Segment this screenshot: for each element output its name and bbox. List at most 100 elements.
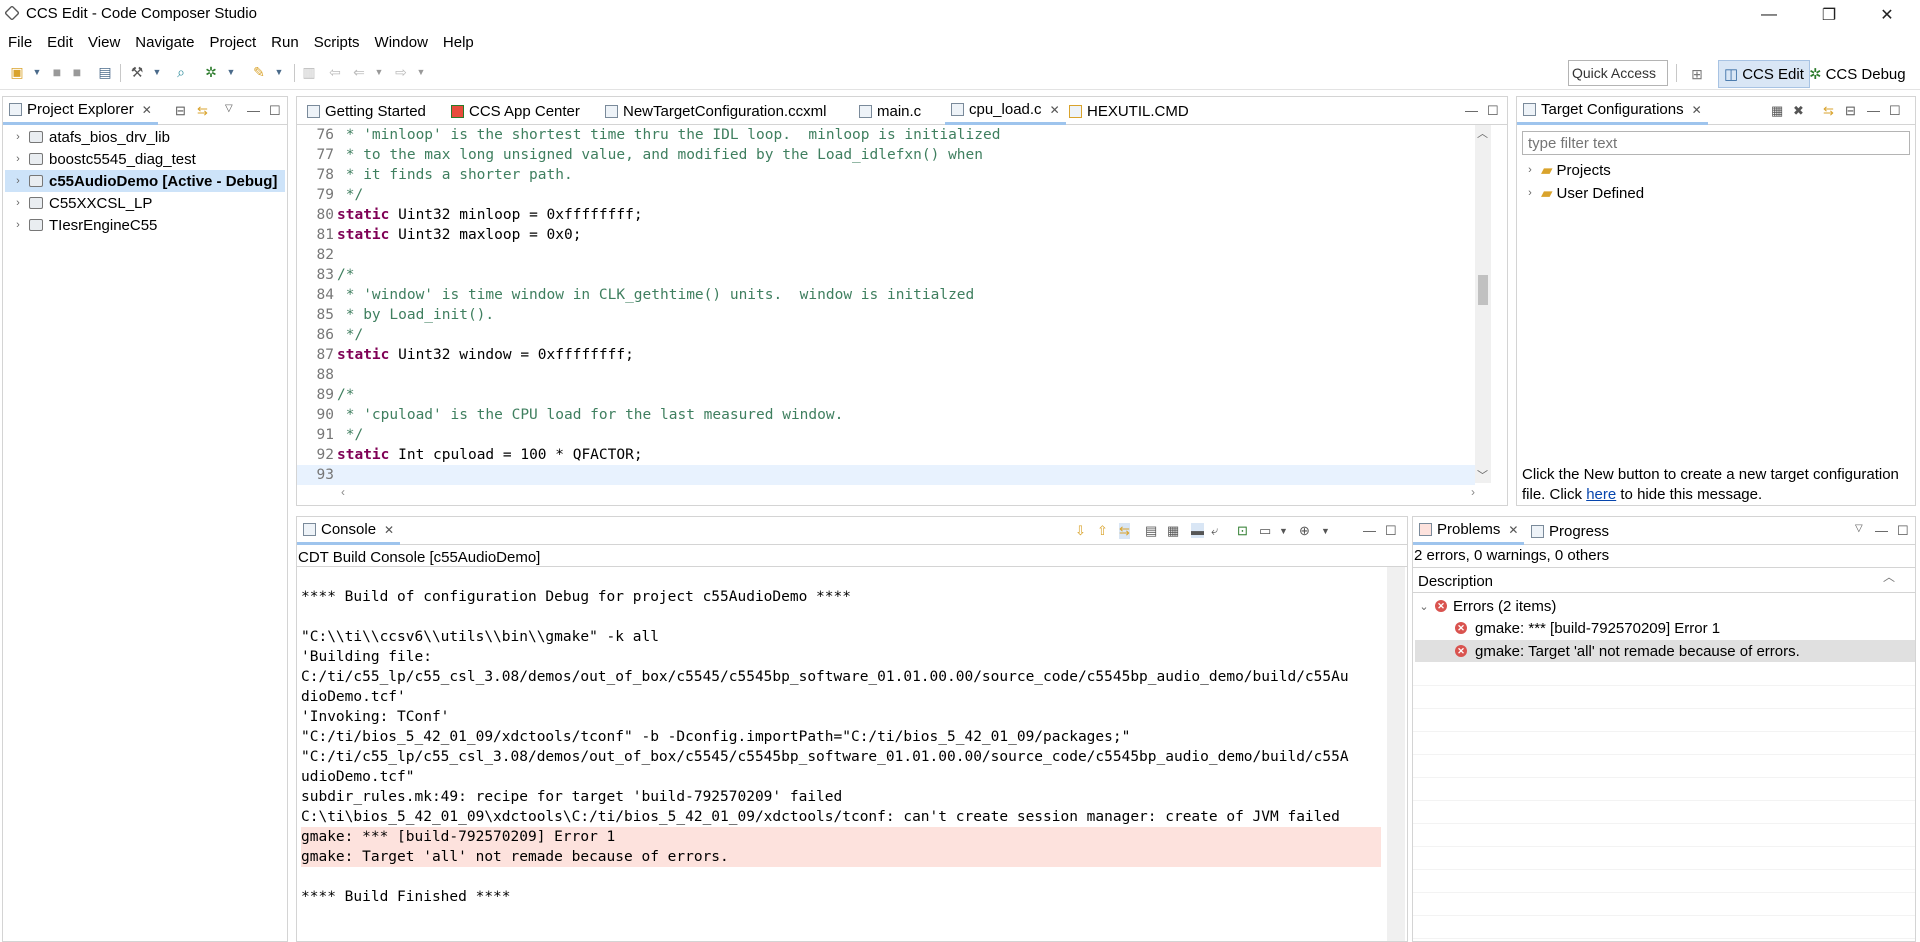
debug-icon[interactable]: ✲ (202, 64, 220, 80)
link-with-editor-icon[interactable]: ⇆ (1119, 523, 1130, 539)
tab-console[interactable]: Console ✕ (297, 517, 401, 545)
close-icon[interactable]: ✕ (1508, 523, 1518, 537)
code-line[interactable]: 79 */ (297, 185, 1475, 205)
perspective-ccs-debug[interactable]: ✲ CCS Debug (1804, 60, 1911, 88)
menu-help[interactable]: Help (437, 34, 483, 51)
previous-error-icon[interactable]: ⇧ (1097, 523, 1108, 539)
scroll-thumb[interactable] (1478, 275, 1488, 305)
view-menu-icon[interactable]: ▽ (225, 103, 233, 114)
new-console-icon[interactable]: ⊕ (1299, 523, 1310, 539)
collapse-all-icon[interactable]: ⊟ (1845, 103, 1856, 119)
console-view-icon[interactable]: ▤ (96, 64, 114, 80)
project-item-active[interactable]: › c55AudioDemo [Active - Debug] (5, 170, 285, 192)
back-dropdown-icon[interactable]: ▼ (370, 64, 388, 80)
flash-dropdown-icon[interactable]: ▼ (270, 64, 288, 80)
minimize-view-icon[interactable]: — (247, 103, 260, 118)
menu-project[interactable]: Project (203, 34, 265, 51)
tab-cpu-load-c[interactable]: cpu_load.c ✕ (945, 97, 1066, 125)
maximize-view-icon[interactable]: ☐ (1889, 103, 1901, 119)
tab-project-explorer[interactable]: Project Explorer ✕ (3, 97, 158, 125)
code-line[interactable]: 83/* (297, 265, 1475, 285)
search-icon[interactable]: ⌕ (172, 64, 190, 80)
console-vertical-scrollbar[interactable] (1387, 567, 1405, 941)
scroll-up-icon[interactable]: ︿ (1477, 125, 1488, 141)
editor-horizontal-scrollbar[interactable]: ‹ › (341, 485, 1475, 501)
code-line[interactable]: 85 * by Load_init(). (297, 305, 1475, 325)
next-error-icon[interactable]: ⇩ (1075, 523, 1086, 539)
tab-getting-started[interactable]: Getting Started (301, 97, 432, 125)
link-icon[interactable]: ⇆ (1823, 103, 1834, 119)
word-wrap-icon[interactable]: ⤶ (1211, 523, 1218, 539)
new-target-config-icon[interactable]: ▦ (1771, 103, 1783, 119)
code-line[interactable]: 88 (297, 365, 1475, 385)
build-icon[interactable]: ⚒ (128, 64, 146, 80)
perspective-ccs-edit[interactable]: ◫ CCS Edit (1718, 60, 1810, 88)
collapse-all-icon[interactable]: ⊟ (175, 103, 186, 119)
code-line[interactable]: 89/* (297, 385, 1475, 405)
quick-access-input[interactable]: Quick Access (1568, 60, 1668, 86)
link-with-editor-icon[interactable]: ⇆ (197, 103, 208, 119)
maximize-view-icon[interactable]: ☐ (1385, 523, 1397, 539)
close-icon[interactable]: ✕ (384, 523, 394, 537)
copy-icon[interactable]: ▤ (1145, 523, 1157, 539)
chevron-right-icon[interactable]: › (11, 197, 25, 209)
minimize-view-icon[interactable]: — (1867, 103, 1880, 118)
restore-button[interactable]: ❐ (1806, 0, 1852, 30)
project-item[interactable]: › C55XXCSL_LP (3, 192, 287, 214)
open-perspective-icon[interactable]: ⊞ (1688, 66, 1706, 82)
code-line[interactable]: 80 static Uint32 minloop = 0xffffffff; (297, 205, 1475, 225)
save-all-icon[interactable]: ■ (68, 64, 86, 80)
view-menu-icon[interactable]: ▽ (1855, 523, 1863, 534)
new-console-dropdown-icon[interactable]: ▼ (1321, 526, 1330, 536)
problem-row[interactable]: ✕ gmake: *** [build-792570209] Error 1 (1455, 617, 1915, 639)
tab-problems[interactable]: Problems ✕ (1413, 517, 1525, 545)
close-icon[interactable]: ✕ (1050, 103, 1060, 117)
menu-run[interactable]: Run (265, 34, 308, 51)
chevron-right-icon[interactable]: › (11, 153, 25, 165)
close-icon[interactable]: ✕ (142, 103, 152, 117)
forward-dropdown-icon[interactable]: ▼ (412, 64, 430, 80)
minimize-view-icon[interactable]: — (1875, 523, 1888, 538)
tab-target-configurations[interactable]: Target Configurations ✕ (1517, 97, 1708, 125)
menu-navigate[interactable]: Navigate (129, 34, 203, 51)
scroll-lock-icon[interactable]: ▬ (1191, 523, 1204, 538)
close-icon[interactable]: ✕ (1692, 103, 1702, 117)
description-column-header[interactable]: Description ︿ (1413, 567, 1915, 593)
project-item[interactable]: › boostc5545_diag_test (3, 148, 287, 170)
tab-progress[interactable]: Progress (1525, 517, 1615, 545)
chevron-right-icon[interactable]: › (11, 175, 25, 187)
target-filter-input[interactable] (1522, 131, 1910, 155)
scroll-right-icon[interactable]: › (1471, 485, 1475, 499)
hide-message-link[interactable]: here (1586, 486, 1616, 503)
code-line[interactable]: 86 */ (297, 325, 1475, 345)
errors-group[interactable]: ⌄ ✕ Errors (2 items) (1413, 595, 1913, 617)
menu-view[interactable]: View (82, 34, 129, 51)
code-line[interactable]: 81 static Uint32 maxloop = 0x0; (297, 225, 1475, 245)
build-dropdown-icon[interactable]: ▼ (148, 64, 166, 80)
display-console-dropdown-icon[interactable]: ▼ (1279, 526, 1288, 536)
code-line[interactable]: 78 * it finds a shorter path. (297, 165, 1475, 185)
code-line[interactable]: 77 * to the max long unsigned value, and… (297, 145, 1475, 165)
delete-icon[interactable]: ✖ (1793, 103, 1804, 119)
pin-console-icon[interactable]: ⊡ (1237, 523, 1248, 539)
code-line[interactable]: 93 (297, 465, 1475, 485)
code-line[interactable]: 91 */ (297, 425, 1475, 445)
chevron-down-icon[interactable]: ⌄ (1417, 600, 1431, 613)
project-item[interactable]: › TIesrEngineC55 (3, 214, 287, 236)
code-line[interactable]: 92 static Int cpuload = 100 * QFACTOR; (297, 445, 1475, 465)
back-icon[interactable]: ⇦ (326, 64, 344, 80)
display-console-icon[interactable]: ▭ (1259, 523, 1271, 539)
back-arrow-icon[interactable]: ⇐ (350, 64, 368, 80)
new-icon[interactable]: ▣ (8, 64, 26, 80)
minimize-button[interactable]: — (1746, 0, 1792, 30)
minimize-view-icon[interactable]: — (1363, 523, 1376, 538)
problem-row-selected[interactable]: ✕ gmake: Target 'all' not remade because… (1415, 640, 1915, 662)
code-line[interactable]: 82 (297, 245, 1475, 265)
minimize-view-icon[interactable]: — (1465, 103, 1478, 118)
save-icon[interactable]: ■ (48, 64, 66, 80)
chevron-right-icon[interactable]: › (1523, 187, 1537, 199)
code-area[interactable]: 76 * 'minloop' is the shortest time thru… (297, 125, 1475, 485)
tab-hexutil-cmd[interactable]: HEXUTIL.CMD (1063, 97, 1195, 125)
maximize-view-icon[interactable]: ☐ (1897, 523, 1909, 539)
scroll-left-icon[interactable]: ‹ (341, 485, 345, 499)
